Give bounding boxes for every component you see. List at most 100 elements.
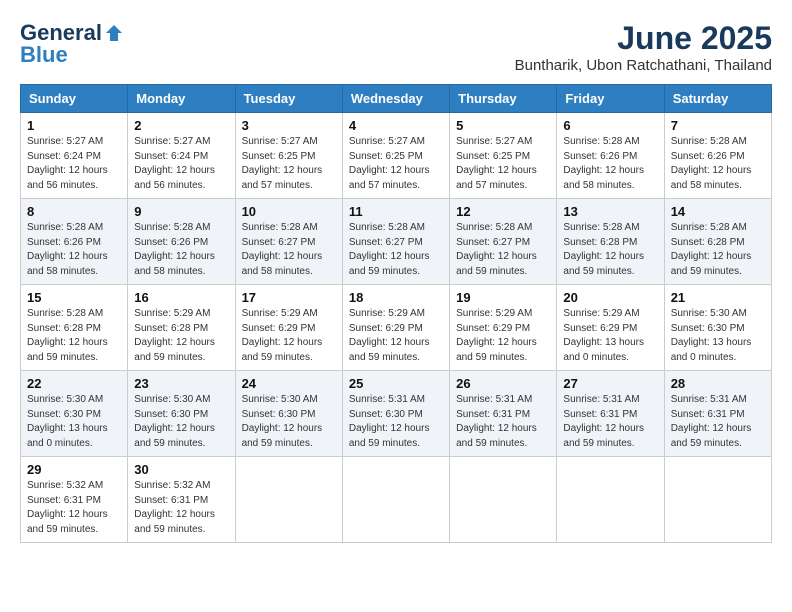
day-info: Sunrise: 5:30 AMSunset: 6:30 PMDaylight:… bbox=[671, 307, 765, 365]
day-header-friday: Friday bbox=[557, 85, 664, 113]
empty-cell bbox=[342, 457, 449, 543]
title-area: June 2025 Buntharik, Ubon Ratchathani, T… bbox=[515, 20, 772, 74]
day-info: Sunrise: 5:32 AMSunset: 6:31 PMDaylight:… bbox=[134, 479, 228, 537]
logo-icon bbox=[104, 23, 124, 43]
day-number: 21 bbox=[671, 290, 765, 305]
calendar-day-18: 18 Sunrise: 5:29 AMSunset: 6:29 PMDayligh… bbox=[342, 285, 449, 371]
day-number: 29 bbox=[27, 462, 121, 477]
calendar-week-3: 15 Sunrise: 5:28 AMSunset: 6:28 PMDayligh… bbox=[21, 285, 772, 371]
day-number: 8 bbox=[27, 204, 121, 219]
logo: General Blue bbox=[20, 20, 124, 68]
day-info: Sunrise: 5:28 AMSunset: 6:28 PMDaylight:… bbox=[27, 307, 121, 365]
calendar-day-25: 25Sunrise: 5:31 AMSunset: 6:30 PMDayligh… bbox=[342, 371, 449, 457]
calendar-day-10: 10Sunrise: 5:28 AMSunset: 6:27 PMDayligh… bbox=[235, 199, 342, 285]
day-number: 18 bbox=[349, 290, 443, 305]
day-info: Sunrise: 5:31 AMSunset: 6:31 PMDaylight:… bbox=[671, 393, 765, 451]
calendar-day-30: 30 Sunrise: 5:32 AMSunset: 6:31 PMDayligh… bbox=[128, 457, 235, 543]
day-info: Sunrise: 5:31 AMSunset: 6:30 PMDaylight:… bbox=[349, 393, 443, 451]
calendar-day-22: 22 Sunrise: 5:30 AMSunset: 6:30 PMDayligh… bbox=[21, 371, 128, 457]
calendar-day-23: 23 Sunrise: 5:30 AMSunset: 6:30 PMDayligh… bbox=[128, 371, 235, 457]
day-info: Sunrise: 5:27 AMSunset: 6:24 PMDaylight:… bbox=[27, 135, 121, 193]
day-number: 16 bbox=[134, 290, 228, 305]
calendar-day-17: 17 Sunrise: 5:29 AMSunset: 6:29 PMDayligh… bbox=[235, 285, 342, 371]
empty-cell bbox=[557, 457, 664, 543]
calendar-week-5: 29 Sunrise: 5:32 AMSunset: 6:31 PMDayligh… bbox=[21, 457, 772, 543]
day-info: Sunrise: 5:30 AMSunset: 6:30 PMDaylight:… bbox=[134, 393, 228, 451]
day-number: 10 bbox=[242, 204, 336, 219]
day-header-saturday: Saturday bbox=[664, 85, 771, 113]
day-number: 3 bbox=[242, 118, 336, 133]
day-info: Sunrise: 5:30 AMSunset: 6:30 PMDaylight:… bbox=[27, 393, 121, 451]
day-info: Sunrise: 5:31 AMSunset: 6:31 PMDaylight:… bbox=[563, 393, 657, 451]
day-number: 17 bbox=[242, 290, 336, 305]
day-number: 9 bbox=[134, 204, 228, 219]
day-info: Sunrise: 5:28 AMSunset: 6:26 PMDaylight:… bbox=[27, 221, 121, 279]
day-info: Sunrise: 5:29 AMSunset: 6:29 PMDaylight:… bbox=[242, 307, 336, 365]
location-title: Buntharik, Ubon Ratchathani, Thailand bbox=[515, 57, 772, 74]
calendar-day-13: 13Sunrise: 5:28 AMSunset: 6:28 PMDayligh… bbox=[557, 199, 664, 285]
empty-cell bbox=[664, 457, 771, 543]
calendar-day-3: 3Sunrise: 5:27 AMSunset: 6:25 PMDaylight… bbox=[235, 113, 342, 199]
calendar-day-8: 8 Sunrise: 5:28 AMSunset: 6:26 PMDaylight… bbox=[21, 199, 128, 285]
day-number: 14 bbox=[671, 204, 765, 219]
calendar-day-12: 12 Sunrise: 5:28 AMSunset: 6:27 PMDayligh… bbox=[450, 199, 557, 285]
calendar-day-21: 21 Sunrise: 5:30 AMSunset: 6:30 PMDayligh… bbox=[664, 285, 771, 371]
calendar-day-2: 2 Sunrise: 5:27 AMSunset: 6:24 PMDaylight… bbox=[128, 113, 235, 199]
day-info: Sunrise: 5:27 AMSunset: 6:24 PMDaylight:… bbox=[134, 135, 228, 193]
day-number: 26 bbox=[456, 376, 550, 391]
day-info: Sunrise: 5:28 AMSunset: 6:27 PMDaylight:… bbox=[456, 221, 550, 279]
calendar-day-14: 14 Sunrise: 5:28 AMSunset: 6:28 PMDayligh… bbox=[664, 199, 771, 285]
logo-blue: Blue bbox=[20, 42, 68, 68]
calendar-day-29: 29 Sunrise: 5:32 AMSunset: 6:31 PMDayligh… bbox=[21, 457, 128, 543]
calendar-day-9: 9 Sunrise: 5:28 AMSunset: 6:26 PMDaylight… bbox=[128, 199, 235, 285]
calendar-header-row: SundayMondayTuesdayWednesdayThursdayFrid… bbox=[21, 85, 772, 113]
day-number: 11 bbox=[349, 204, 443, 219]
day-info: Sunrise: 5:29 AMSunset: 6:29 PMDaylight:… bbox=[349, 307, 443, 365]
calendar-day-20: 20Sunrise: 5:29 AMSunset: 6:29 PMDayligh… bbox=[557, 285, 664, 371]
day-number: 22 bbox=[27, 376, 121, 391]
day-number: 4 bbox=[349, 118, 443, 133]
calendar-day-11: 11 Sunrise: 5:28 AMSunset: 6:27 PMDayligh… bbox=[342, 199, 449, 285]
day-info: Sunrise: 5:29 AMSunset: 6:29 PMDaylight:… bbox=[563, 307, 657, 365]
page-header: General Blue June 2025 Buntharik, Ubon R… bbox=[20, 20, 772, 74]
day-number: 12 bbox=[456, 204, 550, 219]
day-info: Sunrise: 5:28 AMSunset: 6:26 PMDaylight:… bbox=[134, 221, 228, 279]
day-number: 2 bbox=[134, 118, 228, 133]
day-number: 30 bbox=[134, 462, 228, 477]
day-info: Sunrise: 5:28 AMSunset: 6:27 PMDaylight:… bbox=[349, 221, 443, 279]
calendar-day-28: 28Sunrise: 5:31 AMSunset: 6:31 PMDayligh… bbox=[664, 371, 771, 457]
calendar-day-27: 27 Sunrise: 5:31 AMSunset: 6:31 PMDayligh… bbox=[557, 371, 664, 457]
empty-cell bbox=[235, 457, 342, 543]
calendar-day-5: 5Sunrise: 5:27 AMSunset: 6:25 PMDaylight… bbox=[450, 113, 557, 199]
calendar-day-7: 7 Sunrise: 5:28 AMSunset: 6:26 PMDaylight… bbox=[664, 113, 771, 199]
day-number: 1 bbox=[27, 118, 121, 133]
calendar-day-6: 6 Sunrise: 5:28 AMSunset: 6:26 PMDaylight… bbox=[557, 113, 664, 199]
day-info: Sunrise: 5:29 AMSunset: 6:29 PMDaylight:… bbox=[456, 307, 550, 365]
day-info: Sunrise: 5:32 AMSunset: 6:31 PMDaylight:… bbox=[27, 479, 121, 537]
day-info: Sunrise: 5:28 AMSunset: 6:26 PMDaylight:… bbox=[671, 135, 765, 193]
day-info: Sunrise: 5:28 AMSunset: 6:28 PMDaylight:… bbox=[671, 221, 765, 279]
day-info: Sunrise: 5:31 AMSunset: 6:31 PMDaylight:… bbox=[456, 393, 550, 451]
day-number: 15 bbox=[27, 290, 121, 305]
calendar-table: SundayMondayTuesdayWednesdayThursdayFrid… bbox=[20, 84, 772, 543]
day-info: Sunrise: 5:28 AMSunset: 6:26 PMDaylight:… bbox=[563, 135, 657, 193]
day-info: Sunrise: 5:28 AMSunset: 6:28 PMDaylight:… bbox=[563, 221, 657, 279]
calendar-day-15: 15 Sunrise: 5:28 AMSunset: 6:28 PMDayligh… bbox=[21, 285, 128, 371]
day-header-thursday: Thursday bbox=[450, 85, 557, 113]
calendar-day-16: 16 Sunrise: 5:29 AMSunset: 6:28 PMDayligh… bbox=[128, 285, 235, 371]
day-number: 7 bbox=[671, 118, 765, 133]
calendar-week-4: 22 Sunrise: 5:30 AMSunset: 6:30 PMDayligh… bbox=[21, 371, 772, 457]
day-number: 19 bbox=[456, 290, 550, 305]
day-number: 23 bbox=[134, 376, 228, 391]
day-info: Sunrise: 5:29 AMSunset: 6:28 PMDaylight:… bbox=[134, 307, 228, 365]
day-header-wednesday: Wednesday bbox=[342, 85, 449, 113]
day-info: Sunrise: 5:27 AMSunset: 6:25 PMDaylight:… bbox=[349, 135, 443, 193]
day-number: 6 bbox=[563, 118, 657, 133]
day-header-sunday: Sunday bbox=[21, 85, 128, 113]
calendar-day-1: 1 Sunrise: 5:27 AMSunset: 6:24 PMDaylight… bbox=[21, 113, 128, 199]
calendar-day-19: 19 Sunrise: 5:29 AMSunset: 6:29 PMDayligh… bbox=[450, 285, 557, 371]
day-info: Sunrise: 5:27 AMSunset: 6:25 PMDaylight:… bbox=[456, 135, 550, 193]
day-number: 27 bbox=[563, 376, 657, 391]
empty-cell bbox=[450, 457, 557, 543]
calendar-day-4: 4 Sunrise: 5:27 AMSunset: 6:25 PMDaylight… bbox=[342, 113, 449, 199]
